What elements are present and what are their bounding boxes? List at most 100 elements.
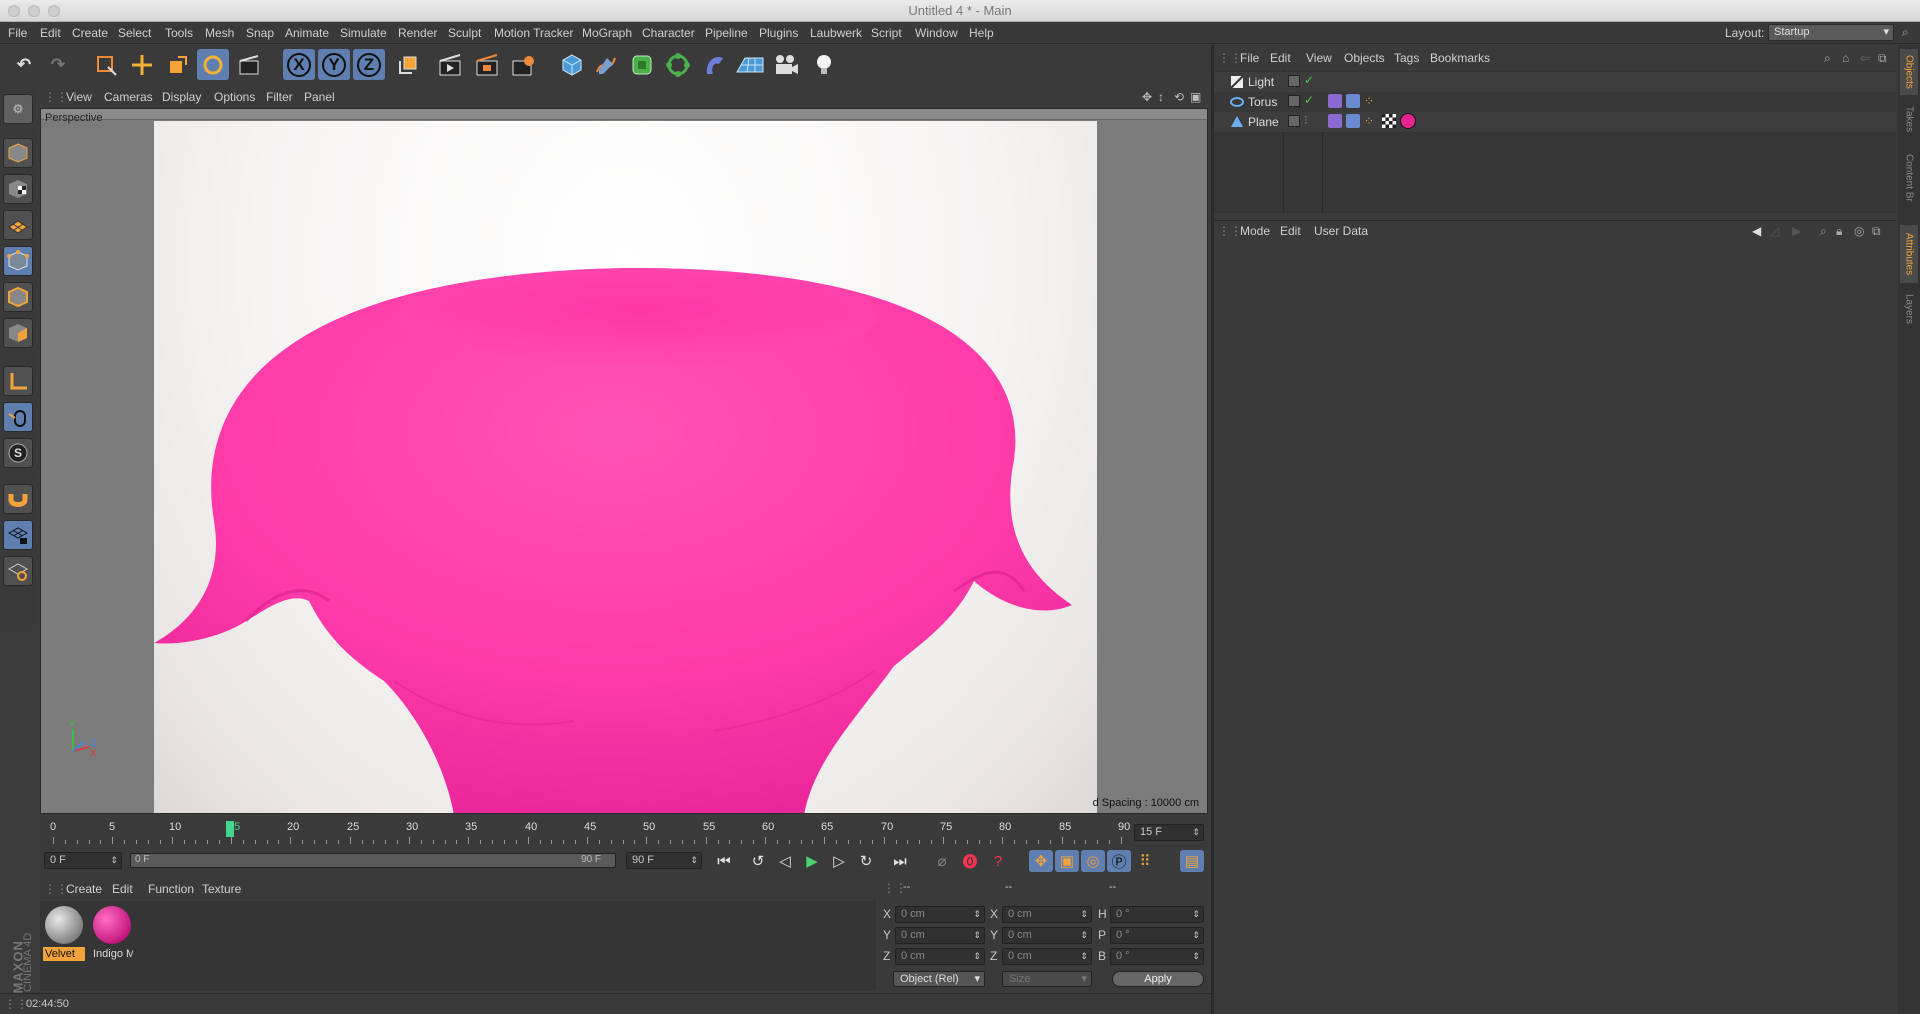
add-spline-button[interactable] [590, 49, 622, 80]
menu-tools[interactable]: Tools [165, 26, 193, 40]
solo-mode-button[interactable]: S [3, 438, 33, 468]
polygons-mode-button[interactable] [3, 318, 33, 348]
object-menu-tags[interactable]: Tags [1394, 51, 1419, 65]
recent-tools-button[interactable] [235, 49, 267, 80]
phong-tag-icon[interactable]: ⁘ [1364, 114, 1374, 128]
add-environment-button[interactable] [734, 49, 766, 80]
rotate-tool-button[interactable] [197, 49, 229, 80]
coordinate-mode-select[interactable]: Object (Rel) ▾ [893, 971, 985, 987]
attribute-menu-user-data[interactable]: User Data [1314, 224, 1368, 238]
menu-file[interactable]: File [8, 26, 27, 40]
zoom-window-button[interactable] [48, 5, 60, 17]
rotate-view-icon[interactable]: ⟲ [1174, 90, 1184, 104]
play-button[interactable]: ▶ [800, 850, 824, 872]
scale-tool-button[interactable] [162, 49, 194, 80]
step-forward-button[interactable]: ▷ [827, 850, 851, 872]
phong-tag-icon[interactable]: ⁘ [1364, 94, 1374, 108]
cloth-tag-icon[interactable] [1328, 94, 1342, 108]
menu-animate[interactable]: Animate [285, 26, 329, 40]
menu-pipeline[interactable]: Pipeline [705, 26, 748, 40]
add-array-button[interactable] [662, 49, 694, 80]
object-row-torus[interactable]: Torus ✓ ⁘ [1214, 92, 1896, 112]
target-icon[interactable]: ◎ [1854, 224, 1864, 238]
workplane-mode-button[interactable] [3, 210, 33, 240]
position-y-field[interactable]: 0 cm ⇕ [895, 927, 985, 944]
new-window-icon[interactable]: ⧉ [1878, 51, 1887, 66]
visibility-toggle[interactable] [1288, 75, 1300, 87]
search-icon[interactable]: ⌕ [1824, 51, 1831, 66]
lock-icon[interactable]: 🔒︎ [1836, 224, 1842, 239]
texture-mode-button[interactable] [3, 174, 33, 204]
live-selection-button[interactable] [90, 49, 122, 80]
toggle-view-icon[interactable]: ▣ [1190, 90, 1201, 104]
layer-dots-icon[interactable]: ⁝ [1304, 113, 1308, 127]
object-menu-edit[interactable]: Edit [1270, 51, 1291, 65]
keyframe-selection-button[interactable]: ? [986, 850, 1010, 872]
menu-edit[interactable]: Edit [40, 26, 61, 40]
size-mode-select[interactable]: Size ▾ [1002, 971, 1092, 987]
end-frame-field[interactable]: 90 F ⇕ [626, 852, 702, 869]
add-camera-button[interactable] [770, 49, 802, 80]
menu-character[interactable]: Character [642, 26, 695, 40]
visibility-toggle[interactable] [1288, 115, 1300, 127]
rotation-p-field[interactable]: 0 ° ⇕ [1110, 927, 1204, 944]
add-deformer-button[interactable] [698, 49, 730, 80]
viewport-menu-panel[interactable]: Panel [304, 90, 335, 104]
autokeying-button[interactable]: ⓿ [958, 850, 982, 872]
menu-mograph[interactable]: MoGraph [582, 26, 632, 40]
material-menu-edit[interactable]: Edit [112, 882, 133, 896]
menu-render[interactable]: Render [398, 26, 437, 40]
scheme-settings-button[interactable]: ▤ [1180, 850, 1204, 872]
minimize-window-button[interactable] [28, 5, 40, 17]
collider-tag-icon[interactable] [1346, 94, 1360, 108]
position-z-field[interactable]: 0 cm ⇕ [895, 948, 985, 965]
perspective-viewport[interactable]: Perspective Y X Z d Spacing: 10000 cm [40, 108, 1208, 814]
new-window-icon[interactable]: ⧉ [1872, 224, 1881, 239]
go-to-previous-key-button[interactable]: ↺ [746, 850, 770, 872]
rotation-b-field[interactable]: 0 ° ⇕ [1110, 948, 1204, 965]
snap-button[interactable] [3, 484, 33, 514]
menu-snap[interactable]: Snap [246, 26, 274, 40]
viewport-menu-cameras[interactable]: Cameras [104, 90, 153, 104]
preview-range-slider[interactable]: 0 F 90 F [130, 853, 616, 868]
object-menu-bookmarks[interactable]: Bookmarks [1430, 51, 1490, 65]
go-to-next-key-button[interactable]: ↻ [854, 850, 878, 872]
render-settings-button[interactable] [508, 49, 540, 80]
search-icon[interactable]: ⌕ [1902, 25, 1909, 40]
layout-select[interactable]: Startup ▾ [1768, 24, 1894, 41]
viewport-menu-display[interactable]: Display [162, 90, 201, 104]
viewport-menu-options[interactable]: Options [214, 90, 255, 104]
enabled-check-icon[interactable]: ✓ [1304, 73, 1314, 87]
move-tool-button[interactable] [126, 49, 158, 80]
material-indigo[interactable]: Indigo M [91, 904, 133, 961]
key-point-level-button[interactable]: ⠿ [1133, 850, 1157, 872]
menu-select[interactable]: Select [118, 26, 151, 40]
menu-plugins[interactable]: Plugins [759, 26, 798, 40]
apply-button[interactable]: Apply [1112, 971, 1204, 987]
up-arrow-icon[interactable]: ◿ [1770, 224, 1779, 238]
axis-mode-button[interactable] [3, 366, 33, 396]
render-view-button[interactable] [435, 49, 467, 80]
search-icon[interactable]: ⌕ [1820, 224, 1827, 239]
undo-button[interactable]: ↶ [8, 49, 40, 80]
timeline-ruler[interactable]: 0 5 10 15 20 25 30 35 40 45 50 55 60 65 70 75 80 85 90 15 … [40, 819, 1208, 846]
key-scale-button[interactable]: ▣ [1055, 850, 1079, 872]
position-x-field[interactable]: 0 cm ⇕ [895, 906, 985, 923]
add-generator-button[interactable] [626, 49, 658, 80]
material-menu-create[interactable]: Create [66, 882, 102, 896]
start-frame-field[interactable]: 0 F ⇕ [44, 852, 122, 869]
make-editable-button[interactable]: ⚙ [3, 94, 33, 124]
menu-script[interactable]: Script [871, 26, 902, 40]
tab-layers[interactable]: Layers [1900, 287, 1918, 331]
attribute-menu-mode[interactable]: Mode [1240, 224, 1270, 238]
tab-takes[interactable]: Takes [1900, 99, 1918, 139]
tweak-mode-button[interactable] [3, 402, 33, 432]
object-menu-view[interactable]: View [1306, 51, 1332, 65]
attribute-menu-edit[interactable]: Edit [1280, 224, 1301, 238]
rotation-h-field[interactable]: 0 ° ⇕ [1110, 906, 1204, 923]
tab-attributes[interactable]: Attributes [1900, 225, 1918, 283]
dolly-view-icon[interactable]: ↕ [1158, 90, 1164, 104]
cloth-tag-icon[interactable] [1328, 114, 1342, 128]
z-axis-lock-button[interactable]: Z [353, 49, 385, 80]
key-parameter-button[interactable]: Ⓟ [1107, 850, 1131, 872]
